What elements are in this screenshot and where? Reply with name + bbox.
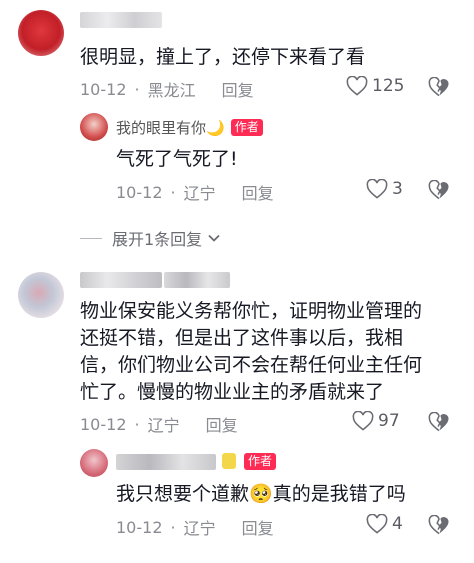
comment-text-line-3: 信，你们物业公司不会在帮任何业主任何 [80, 354, 423, 376]
comment-text-line-1: 物业保安能义务帮你忙，证明物业管理的 [80, 300, 423, 322]
broken-heart-icon [428, 514, 449, 535]
username-blurred-2 [164, 272, 230, 288]
separator-dot: · [134, 79, 140, 99]
like-count: 4 [392, 514, 403, 534]
author-badge: 作者 [244, 453, 277, 470]
heart-icon [352, 411, 374, 431]
heart-icon [346, 76, 368, 96]
reply-text: 气死了气死了! [116, 148, 238, 170]
separator-dot: · [170, 517, 176, 537]
reply-text: 我只想要个道歉🥺真的是我错了吗 [116, 481, 406, 508]
comment-meta: 10-12 · 黑龙江 回复 [80, 77, 254, 101]
dislike-button[interactable] [428, 179, 450, 204]
reply-avatar[interactable] [80, 449, 108, 477]
comment-date: 10-12 [80, 79, 127, 99]
reply-button[interactable]: 回复 [242, 180, 274, 204]
reply-meta: 10-12 · 辽宁 回复 [116, 180, 274, 204]
author-badge: 作者 [230, 119, 263, 136]
username-blurred[interactable] [80, 272, 162, 288]
broken-heart-icon [428, 76, 449, 97]
reply-username-blurred[interactable] [116, 454, 216, 470]
reply-button[interactable]: 回复 [222, 77, 254, 101]
reply-date: 10-12 [116, 182, 163, 202]
reply-button[interactable]: 回复 [242, 515, 274, 539]
moon-emoji-blurred [222, 453, 236, 469]
avatar[interactable] [18, 10, 64, 56]
reply-username[interactable]: 我的眼里有你🌙 [116, 117, 225, 138]
reply-text-part-1: 我只想要个道歉 [116, 483, 250, 505]
like-button[interactable]: 125 [346, 76, 404, 96]
comment-date: 10-12 [80, 414, 127, 434]
reply-location: 辽宁 [183, 184, 216, 203]
comment-location: 黑龙江 [147, 81, 196, 100]
dislike-button[interactable] [428, 411, 450, 436]
chevron-down-icon [208, 234, 220, 242]
expand-divider-line [80, 237, 102, 239]
heart-icon [366, 179, 388, 199]
reply-avatar[interactable] [80, 113, 108, 141]
reply-username-row: 我的眼里有你🌙 作者 [116, 117, 263, 138]
heart-icon [366, 514, 388, 534]
like-count: 3 [392, 179, 403, 199]
broken-heart-icon [428, 179, 449, 200]
like-count: 97 [378, 411, 400, 431]
avatar[interactable] [18, 272, 64, 318]
comment-text: 很明显，撞上了，还停下来看了看 [80, 46, 366, 68]
like-count: 125 [372, 76, 405, 96]
comment-text-line-4: 忙了。慢慢的物业业主的矛盾就来了 [80, 381, 385, 403]
separator-dot: · [134, 414, 140, 434]
expand-replies-label: 展开1条回复 [112, 230, 203, 249]
like-button[interactable]: 97 [352, 411, 400, 431]
expand-replies-button[interactable]: 展开1条回复 [80, 226, 222, 250]
comment-text-line-2: 还挺不错，但是出了这件事以后，我相 [80, 327, 404, 349]
comment-meta: 10-12 · 辽宁 回复 [80, 412, 238, 436]
like-button[interactable]: 3 [366, 179, 403, 199]
comment-location: 辽宁 [147, 416, 180, 435]
username-blurred[interactable] [80, 12, 162, 28]
reply-meta: 10-12 · 辽宁 回复 [116, 515, 274, 539]
reply-date: 10-12 [116, 517, 163, 537]
broken-heart-icon [428, 411, 449, 432]
reply-button[interactable]: 回复 [206, 412, 238, 436]
separator-dot: · [170, 182, 176, 202]
pleading-face-emoji: 🥺 [249, 483, 273, 505]
like-button[interactable]: 4 [366, 514, 403, 534]
reply-text-part-2: 真的是我错了吗 [272, 483, 406, 505]
dislike-button[interactable] [428, 514, 450, 539]
reply-location: 辽宁 [183, 519, 216, 538]
dislike-button[interactable] [428, 76, 450, 101]
